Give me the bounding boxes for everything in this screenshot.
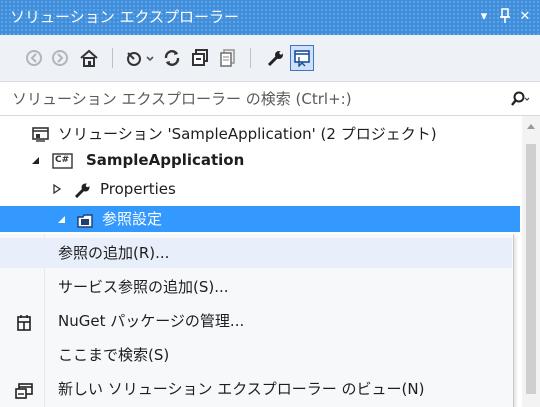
collapse-all-button[interactable] — [188, 45, 212, 71]
menu-item-label: 参照の追加(R)... — [58, 244, 170, 262]
menu-item-scope-to-this[interactable]: ここまで検索(S) — [0, 340, 512, 370]
tree-item-label: SampleApplication — [86, 151, 245, 169]
csharp-project-icon: C# — [52, 152, 74, 169]
menu-item-add-reference[interactable]: 参照の追加(R)... — [0, 238, 512, 268]
back-icon — [26, 50, 42, 66]
menu-item-label: NuGet パッケージの管理... — [58, 312, 245, 330]
solution-tree: ソリューション 'SampleApplication' (2 プロジェクト) C… — [0, 116, 540, 236]
show-all-files-button[interactable] — [216, 45, 240, 71]
tree-item-label: Properties — [100, 180, 176, 198]
search-input[interactable]: ソリューション エクスプローラー の検索 (Ctrl+:) — [12, 90, 352, 108]
nuget-icon — [14, 312, 34, 331]
window-titlebar: ソリューション エクスプローラー ▾ ✕ — [0, 0, 540, 35]
preview-button[interactable] — [290, 45, 314, 71]
scroll-thumb[interactable] — [526, 144, 536, 394]
solution-icon — [32, 126, 50, 142]
pending-changes-button[interactable] — [124, 45, 158, 71]
search-icon[interactable] — [508, 90, 530, 110]
close-button[interactable]: ✕ — [516, 8, 534, 26]
new-view-icon — [14, 380, 34, 399]
toolbar-separator — [112, 48, 113, 68]
tree-item-project[interactable]: C# SampleApplication — [0, 148, 520, 172]
expanded-arrow-icon[interactable] — [28, 148, 42, 172]
menu-item-manage-nuget[interactable]: NuGet パッケージの管理... — [0, 306, 512, 336]
search-box[interactable]: ソリューション エクスプローラー の検索 (Ctrl+:) — [0, 81, 540, 116]
expanded-arrow-icon[interactable] — [54, 206, 68, 232]
properties-icon — [267, 51, 283, 67]
collapse-all-icon — [192, 49, 208, 66]
context-menu: 参照の追加(R)... サービス参照の追加(S)... NuGet パッケージの… — [0, 234, 514, 407]
sync-button[interactable] — [160, 45, 184, 71]
references-icon — [76, 211, 94, 228]
show-all-files-icon — [220, 49, 235, 67]
preview-icon — [294, 50, 310, 67]
menu-item-label: 新しい ソリューション エクスプローラー のビュー(N) — [58, 380, 425, 398]
toolbar-separator — [250, 48, 251, 68]
scroll-up-arrow-icon[interactable] — [527, 124, 535, 129]
home-icon — [80, 49, 98, 67]
vertical-scrollbar[interactable] — [522, 116, 540, 407]
tree-item-label: 参照設定 — [102, 210, 163, 228]
collapsed-arrow-icon[interactable] — [50, 177, 64, 201]
solution-explorer-toolbar — [0, 35, 540, 81]
tree-item-label: ソリューション 'SampleApplication' (2 プロジェクト) — [58, 125, 437, 143]
project-badge: C# — [55, 155, 70, 165]
forward-button[interactable] — [48, 45, 72, 71]
tree-item-solution[interactable]: ソリューション 'SampleApplication' (2 プロジェクト) — [0, 122, 520, 146]
window-dropdown-button[interactable]: ▾ — [475, 8, 493, 26]
forward-icon — [52, 50, 68, 66]
sync-icon — [164, 50, 180, 66]
menu-item-new-view[interactable]: 新しい ソリューション エクスプローラー のビュー(N) — [0, 374, 512, 404]
window-title: ソリューション エクスプローラー — [10, 8, 240, 26]
tree-item-properties[interactable]: Properties — [0, 177, 520, 201]
wrench-icon — [74, 181, 92, 199]
home-button[interactable] — [77, 45, 101, 71]
menu-item-label: サービス参照の追加(S)... — [58, 278, 229, 296]
properties-button[interactable] — [264, 45, 288, 71]
menu-item-label: ここまで検索(S) — [58, 346, 170, 364]
pin-button[interactable] — [496, 8, 514, 26]
pin-icon — [500, 8, 510, 23]
back-button[interactable] — [22, 45, 46, 71]
tree-item-references[interactable]: 参照設定 — [0, 206, 520, 232]
menu-item-add-service-reference[interactable]: サービス参照の追加(S)... — [0, 272, 512, 302]
pending-changes-icon — [127, 52, 154, 66]
